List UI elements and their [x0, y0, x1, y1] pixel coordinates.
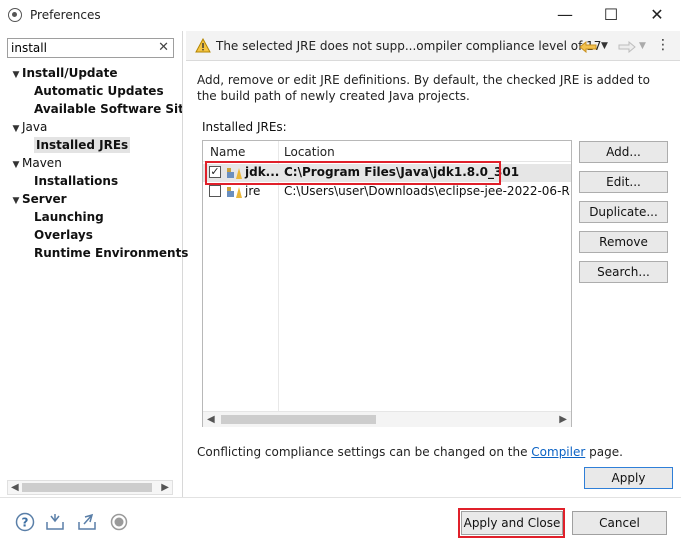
apply-and-close-button[interactable]: Apply and Close — [461, 511, 563, 535]
jre-checkbox-unchecked[interactable] — [209, 185, 221, 197]
filter-box: ✕ — [7, 38, 174, 58]
add-button[interactable]: Add... — [579, 141, 668, 163]
close-button[interactable]: ✕ — [645, 5, 669, 25]
tree-item-server[interactable]: ▼ Server — [10, 190, 182, 208]
clear-filter-icon[interactable]: ✕ — [158, 39, 169, 57]
edit-button[interactable]: Edit... — [579, 171, 668, 193]
jre-library-icon — [227, 168, 242, 179]
back-arrow-icon[interactable] — [579, 41, 597, 53]
warning-message: The selected JRE does not supp...ompiler… — [216, 39, 602, 53]
forward-arrow-icon[interactable] — [618, 41, 636, 53]
view-menu-icon[interactable]: ⋮ — [656, 37, 670, 53]
scroll-left-icon[interactable]: ◀ — [207, 412, 215, 427]
tree-horizontal-scrollbar[interactable]: ◀ ▶ — [7, 480, 173, 495]
expanded-arrow-icon[interactable]: ▼ — [10, 156, 22, 174]
expanded-arrow-icon[interactable]: ▼ — [10, 66, 22, 84]
duplicate-button[interactable]: Duplicate... — [579, 201, 668, 223]
compiler-link[interactable]: Compiler — [531, 445, 585, 459]
jre-name: jre — [245, 184, 261, 198]
column-header-location[interactable]: Location — [284, 145, 335, 159]
warning-icon — [195, 38, 211, 53]
scroll-right-icon[interactable]: ▶ — [559, 412, 567, 427]
import-icon[interactable] — [45, 512, 65, 532]
filter-input[interactable] — [11, 40, 151, 56]
minimize-button[interactable]: — — [553, 5, 577, 25]
jre-name: jdk... — [245, 165, 280, 179]
cancel-button[interactable]: Cancel — [572, 511, 667, 535]
table-row[interactable]: jre C:\Users\user\Downloads\eclipse-jee-… — [203, 183, 571, 201]
expanded-arrow-icon[interactable]: ▼ — [10, 120, 22, 138]
remove-button[interactable]: Remove — [579, 231, 668, 253]
preference-tree: ▼ Install/Update Automatic Updates Availa… — [10, 64, 189, 262]
bottom-separator — [0, 497, 681, 498]
record-icon[interactable] — [109, 512, 129, 532]
page-description: Add, remove or edit JRE definitions. By … — [197, 73, 650, 103]
tree-item-install-update[interactable]: ▼ Install/Update — [10, 64, 182, 82]
tree-item-java[interactable]: ▼ Java — [10, 118, 182, 136]
tree-item-installed-jres[interactable]: Installed JREs — [10, 136, 182, 154]
svg-text:?: ? — [22, 516, 29, 530]
jre-library-icon — [227, 187, 242, 198]
installed-jres-label: Installed JREs: — [202, 120, 287, 134]
jre-checkbox-checked[interactable]: ✓ — [209, 166, 221, 178]
scroll-right-icon[interactable]: ▶ — [161, 481, 169, 494]
maximize-button[interactable]: ☐ — [599, 5, 623, 25]
table-row[interactable]: ✓ jdk... C:\Program Files\Java\jdk1.8.0_… — [203, 164, 571, 182]
help-icon[interactable]: ? — [15, 512, 35, 532]
expanded-arrow-icon[interactable]: ▼ — [10, 192, 22, 210]
jre-location: C:\Program Files\Java\jdk1.8.0_301 — [284, 165, 520, 179]
forward-dropdown-icon[interactable]: ▼ — [639, 41, 646, 51]
table-header: Name Location — [203, 141, 571, 162]
eclipse-icon — [8, 8, 22, 22]
title-bar — [0, 0, 681, 30]
export-icon[interactable] — [77, 512, 97, 532]
tree-item-maven[interactable]: ▼ Maven — [10, 154, 182, 172]
tree-item-runtime-environments[interactable]: Runtime Environments — [10, 244, 188, 262]
table-horizontal-scrollbar[interactable]: ◀ ▶ — [203, 411, 571, 427]
installed-jres-table: Name Location ✓ jdk... C:\Program Files\… — [202, 140, 572, 427]
compliance-note: Conflicting compliance settings can be c… — [197, 445, 623, 459]
column-header-name[interactable]: Name — [210, 145, 245, 159]
tree-item-installations[interactable]: Installations — [10, 172, 182, 190]
window-title: Preferences — [30, 8, 101, 22]
back-dropdown-icon[interactable]: ▼ — [601, 41, 608, 51]
tree-item-overlays[interactable]: Overlays — [10, 226, 182, 244]
tree-item-automatic-updates[interactable]: Automatic Updates — [10, 82, 182, 100]
search-button[interactable]: Search... — [579, 261, 668, 283]
tree-item-available-software-sites[interactable]: Available Software Sites — [10, 100, 182, 118]
scroll-thumb[interactable] — [22, 483, 152, 492]
apply-button[interactable]: Apply — [584, 467, 673, 489]
tree-item-launching[interactable]: Launching — [10, 208, 182, 226]
jre-location: C:\Users\user\Downloads\eclipse-jee-2022… — [284, 184, 570, 198]
scroll-left-icon[interactable]: ◀ — [11, 481, 19, 494]
scroll-thumb[interactable] — [221, 415, 376, 424]
